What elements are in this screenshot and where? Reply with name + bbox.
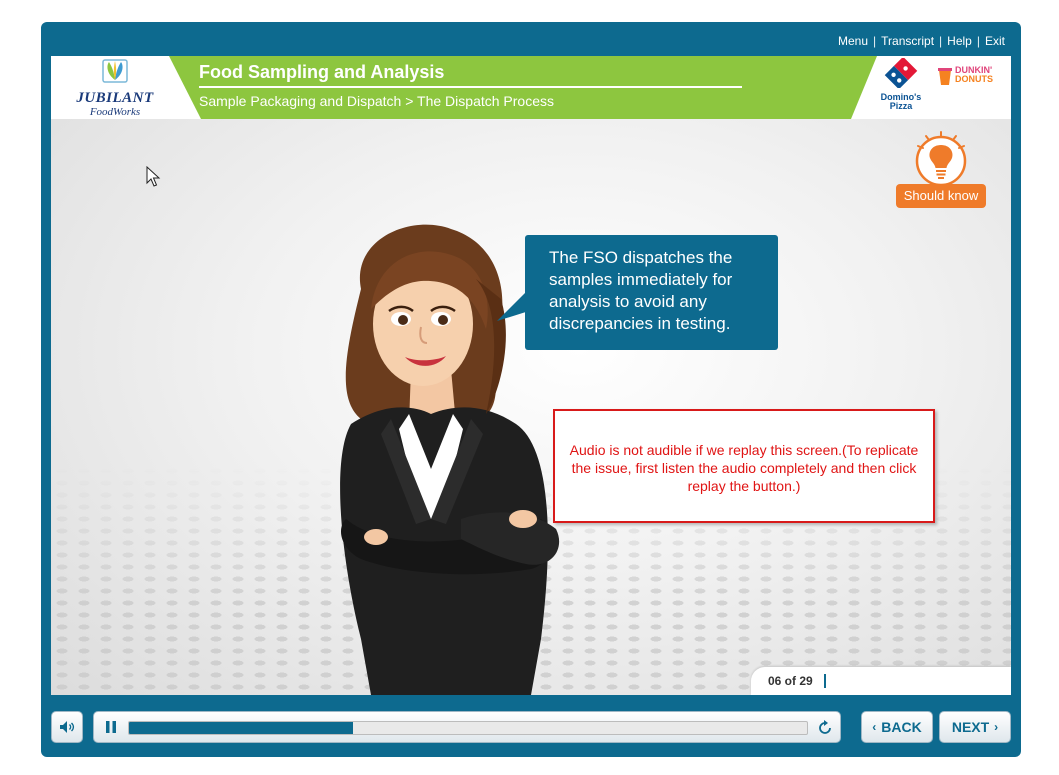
seek-bar[interactable]: [93, 711, 841, 743]
progress-track[interactable]: [128, 721, 808, 735]
dunkin-donuts-logo: DUNKIN' DONUTS: [937, 66, 1003, 102]
should-know-label: Should know: [896, 184, 986, 208]
player-controls: ‹ BACK NEXT ›: [51, 708, 1011, 746]
transcript-link[interactable]: Transcript: [881, 34, 934, 48]
page-counter: 06 of 29: [751, 667, 1011, 695]
replay-icon[interactable]: [816, 719, 834, 737]
chevron-left-icon: ‹: [872, 720, 877, 734]
nav-separator: |: [939, 34, 943, 48]
speaker-icon: [60, 721, 75, 733]
next-button[interactable]: NEXT ›: [939, 711, 1011, 743]
volume-button[interactable]: [51, 711, 83, 743]
mouse-pointer-icon: [146, 166, 161, 187]
player-frame: Menu | Transcript | Help | Exit JUBILANT…: [41, 22, 1021, 757]
coffee-cup-icon: [938, 68, 952, 85]
nav-separator: |: [873, 34, 877, 48]
nav-separator: |: [976, 34, 980, 48]
breadcrumb: Sample Packaging and Dispatch > The Disp…: [199, 93, 554, 109]
progress-fill: [129, 722, 353, 734]
page-number: 06 of 29: [768, 674, 813, 688]
back-label: BACK: [881, 719, 922, 735]
speech-bubble: The FSO dispatches the samples immediate…: [525, 235, 778, 350]
dunkin-line2: DONUTS: [955, 74, 993, 84]
page-divider: [824, 674, 826, 688]
content-stage: Should know The FSO dispatches the sampl…: [51, 119, 1011, 695]
dominos-line2: Pizza: [889, 101, 913, 111]
logo-sub: FoodWorks: [89, 106, 141, 118]
exit-link[interactable]: Exit: [985, 34, 1005, 48]
course-header: JUBILANT FoodWorks Food Sampling and Ana…: [51, 56, 1011, 119]
help-link[interactable]: Help: [947, 34, 972, 48]
leaf-emblem-icon: [102, 59, 128, 83]
domino-tile-icon: [884, 56, 918, 90]
back-button[interactable]: ‹ BACK: [861, 711, 933, 743]
logo-name: JUBILANT: [76, 90, 154, 106]
dominos-logo: Domino's Pizza: [873, 56, 929, 116]
course-title: Food Sampling and Analysis: [199, 62, 445, 82]
pause-icon[interactable]: [104, 720, 118, 734]
top-navigation: Menu | Transcript | Help | Exit: [838, 34, 1005, 48]
next-label: NEXT: [951, 719, 990, 735]
lightbulb-icon: [915, 131, 967, 187]
chevron-right-icon: ›: [994, 720, 999, 734]
jubilant-foodworks-logo: JUBILANT FoodWorks: [65, 58, 165, 118]
title-divider: [199, 86, 742, 88]
review-note: Audio is not audible if we replay this s…: [553, 409, 935, 523]
menu-link[interactable]: Menu: [838, 34, 868, 48]
should-know-badge[interactable]: Should know: [896, 131, 986, 211]
